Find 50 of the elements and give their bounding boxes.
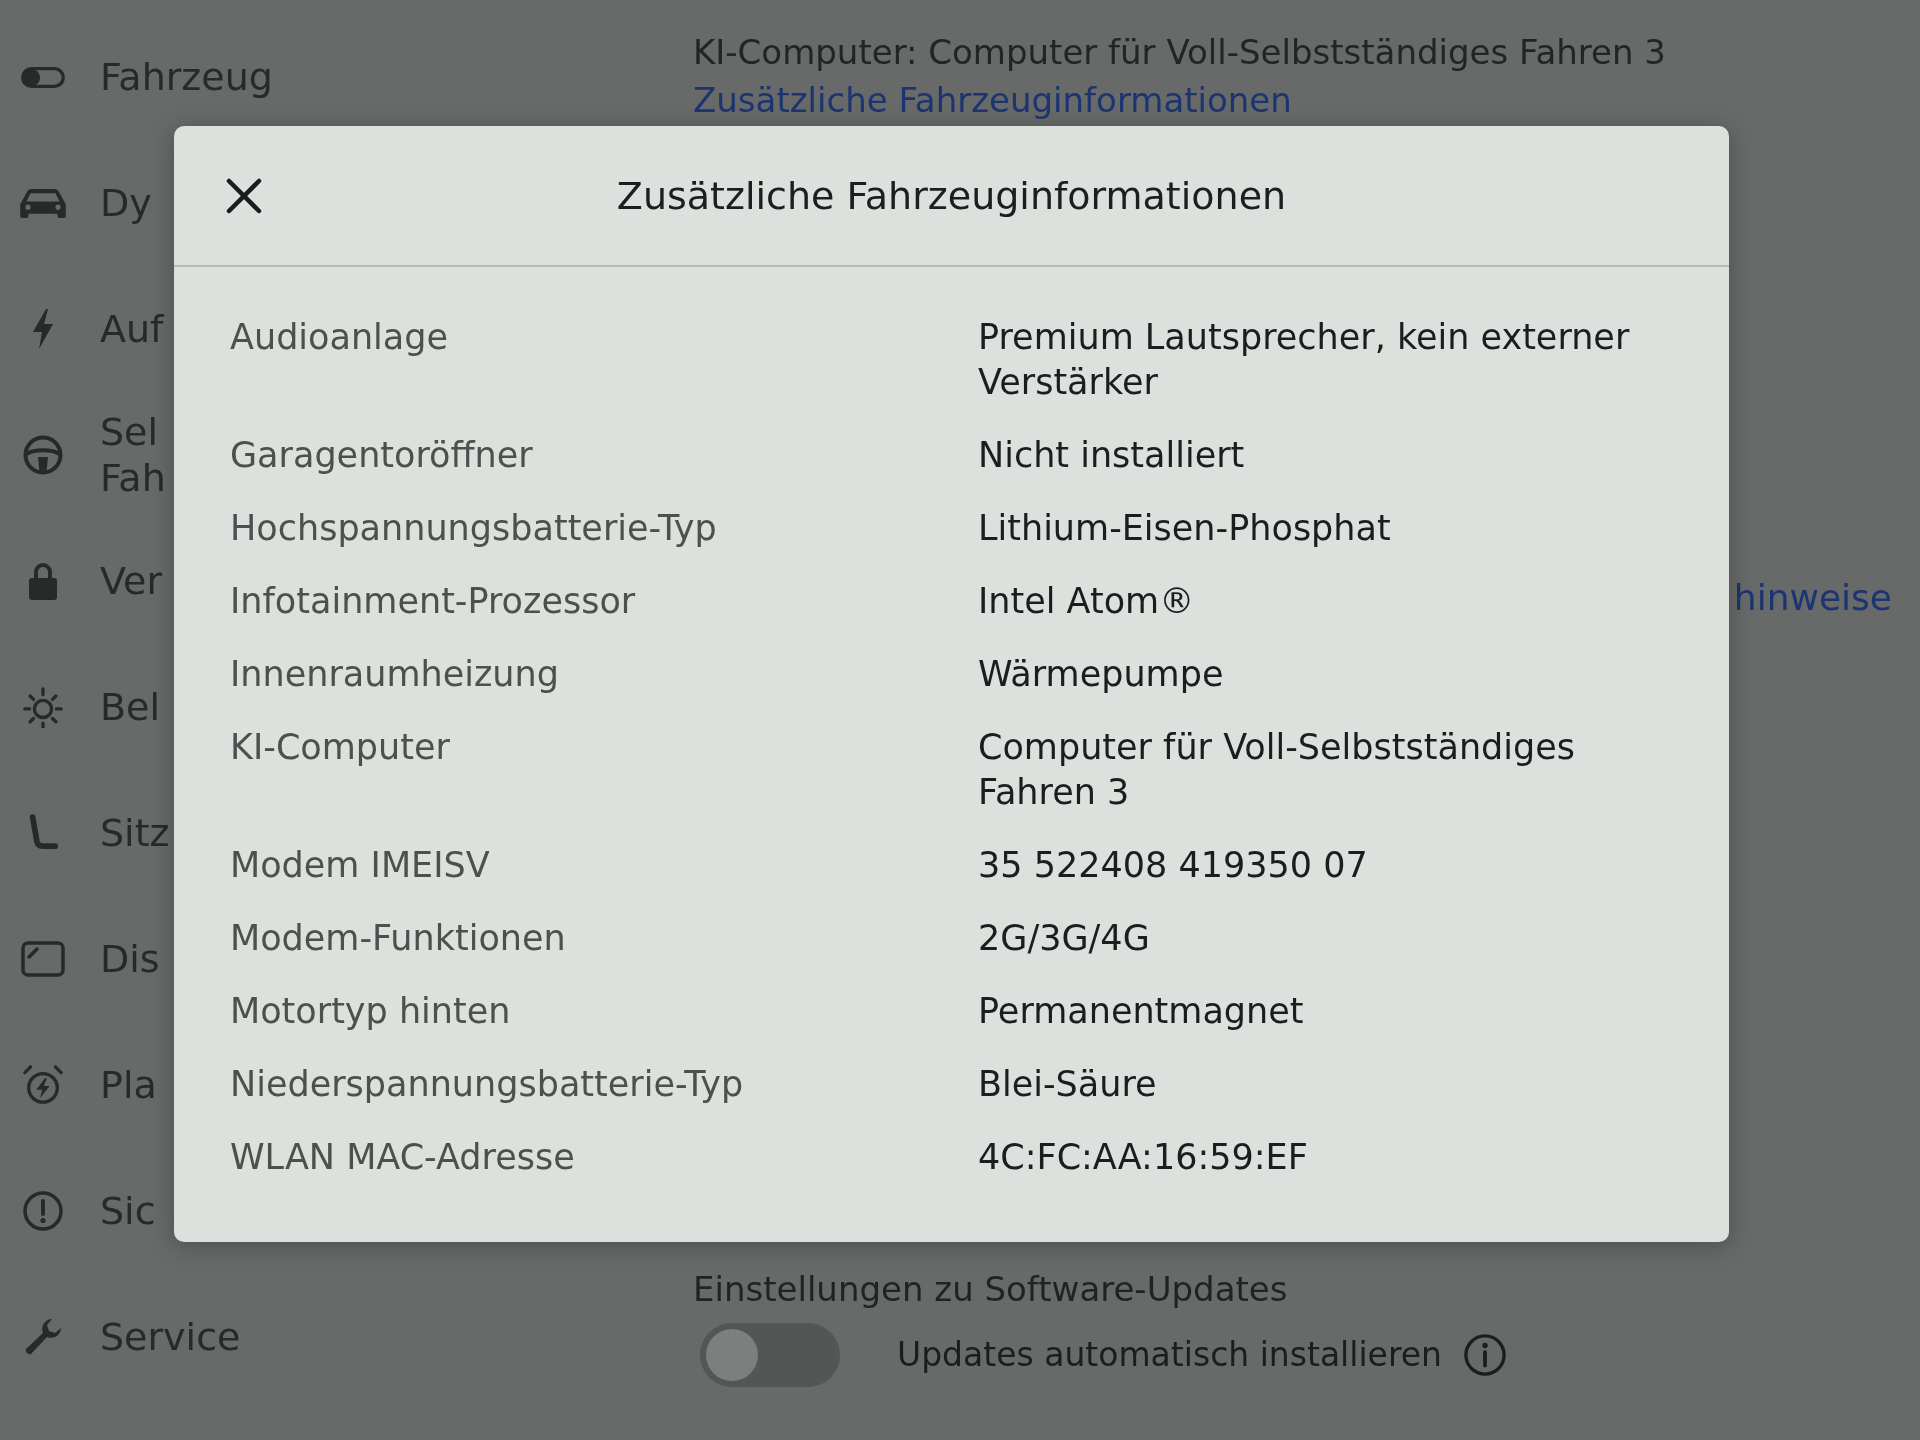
info-label: Modem-Funktionen	[230, 917, 566, 960]
sidebar-item[interactable]: Dy	[14, 180, 152, 226]
sidebar-item[interactable]: Dis	[14, 936, 160, 982]
ai-computer-text: KI-Computer: Computer für Voll-Selbstständiges Fahren 3	[693, 31, 1666, 74]
exclamation-circle-icon	[23, 1191, 63, 1231]
info-value: Permanentmagnet	[978, 990, 1304, 1033]
sidebar-item[interactable]: Service	[14, 1314, 241, 1360]
padlock-icon	[28, 562, 58, 600]
info-label: Garagentoröffner	[230, 434, 533, 477]
sidebar-item[interactable]: Auf	[14, 306, 164, 352]
sidebar-item[interactable]: Pla	[14, 1062, 157, 1108]
info-label: Niederspannungsbatterie-Typ	[230, 1063, 744, 1106]
lightning-bolt-icon	[32, 309, 54, 349]
info-value: Intel Atom®	[978, 580, 1195, 623]
wrench-icon	[24, 1318, 62, 1356]
info-label: Hochspannungsbatterie-Typ	[230, 507, 717, 550]
sidebar-item[interactable]: Fahrzeug	[14, 54, 273, 100]
sidebar-item[interactable]: Ver	[14, 558, 163, 604]
info-label: Modem IMEISV	[230, 844, 490, 887]
info-value: 4C:FC:AA:16:59:EF	[978, 1136, 1308, 1179]
section-title: Einstellungen zu Software-Updates	[693, 1268, 1288, 1310]
info-label: Innenraumheizung	[230, 653, 559, 696]
info-label: Infotainment-Prozessor	[230, 580, 636, 623]
dialog-title: Zusätzliche Fahrzeuginformationen	[616, 172, 1287, 219]
info-value: Blei-Säure	[978, 1063, 1157, 1106]
light-icon	[22, 686, 64, 728]
sidebar-item[interactable]: Bel	[14, 684, 160, 730]
toggle-icon	[21, 66, 65, 88]
info-label: KI-Computer	[230, 726, 450, 769]
sidebar-item[interactable]: Sel Fah	[14, 409, 166, 501]
info-label: Motortyp hinten	[230, 990, 511, 1033]
info-label: Audioanlage	[230, 316, 449, 359]
alarm-clock-bolt-icon	[22, 1064, 64, 1106]
info-value: Wärmepumpe	[978, 653, 1224, 696]
info-value: Computer für Voll-Selbstständiges Fahren 3	[978, 726, 1577, 814]
info-value: Nicht installiert	[978, 434, 1245, 477]
sidebar-item[interactable]: Sitz	[14, 810, 170, 856]
info-value: Premium Lautsprecher, kein externer Verstärker	[978, 316, 1631, 404]
info-value: 35 522408 419350 07	[978, 844, 1368, 887]
vehicle-info-link[interactable]: Zusätzliche Fahrzeuginformationen	[693, 80, 1292, 120]
info-value: 2G/3G/4G	[978, 917, 1150, 960]
info-icon[interactable]	[1464, 1334, 1506, 1376]
display-icon	[21, 941, 65, 977]
toggle-label: Updates automatisch installieren	[897, 1334, 1442, 1376]
car-icon	[20, 188, 66, 218]
info-value: Lithium-Eisen-Phosphat	[978, 507, 1391, 550]
steering-wheel-icon	[23, 435, 63, 475]
info-label: WLAN MAC-Adresse	[230, 1136, 575, 1179]
notices-link[interactable]: hinweise	[1733, 578, 1892, 618]
sidebar-item[interactable]: Sic	[14, 1188, 156, 1234]
